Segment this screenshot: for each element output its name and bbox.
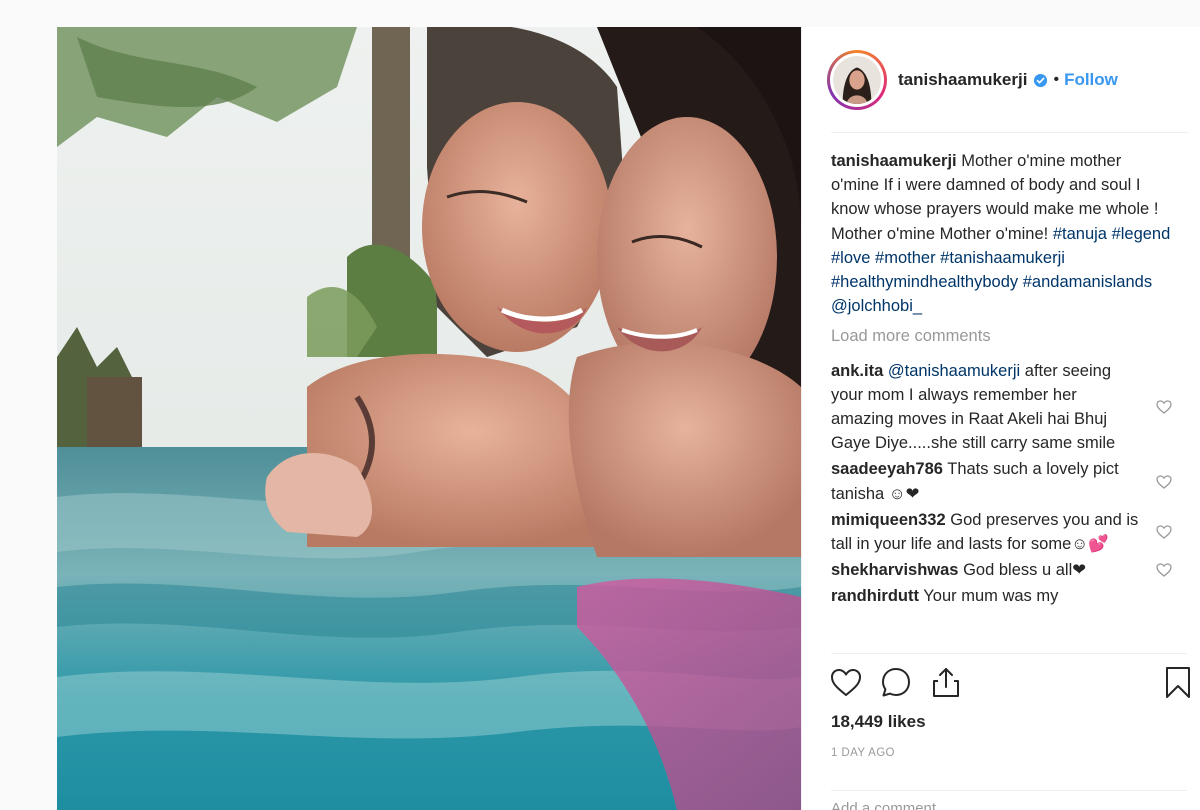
post-actions bbox=[829, 665, 1190, 705]
avatar-image bbox=[833, 56, 881, 104]
comment-item: ank.ita @tanishaamukerji after seeing yo… bbox=[831, 359, 1172, 456]
comment-like-heart-icon[interactable] bbox=[1156, 474, 1172, 490]
comment-icon bbox=[882, 668, 910, 697]
hashtag[interactable]: #andamanislands bbox=[1023, 273, 1152, 291]
post-photo-image bbox=[57, 27, 801, 810]
header-separator: • bbox=[1053, 71, 1060, 88]
likes-count[interactable]: 18,449 likes bbox=[831, 712, 926, 732]
post-side-panel: tanishaamukerji • Follow tanishaamukerji… bbox=[801, 27, 1200, 810]
bookmark-icon bbox=[1166, 667, 1190, 698]
hashtag[interactable]: #love bbox=[831, 249, 870, 267]
hashtag[interactable]: #legend bbox=[1112, 225, 1171, 243]
comment-item: saadeeyah786 Thats such a lovely pict ta… bbox=[831, 457, 1172, 505]
load-more-comments-button[interactable]: Load more comments bbox=[831, 324, 1171, 348]
save-button[interactable] bbox=[1161, 665, 1195, 701]
post-caption: tanishaamukerji Mother o'mine mother o'm… bbox=[831, 149, 1171, 318]
hashtag[interactable]: #tanishaamukerji bbox=[940, 249, 1065, 267]
comment-username[interactable]: mimiqueen332 bbox=[831, 511, 946, 529]
comment-box-divider bbox=[831, 790, 1187, 791]
comment-username[interactable]: shekharvishwas bbox=[831, 561, 959, 579]
comments-list: tanishaamukerji Mother o'mine mother o'm… bbox=[831, 149, 1172, 611]
mention-link[interactable]: @jolchhobi_ bbox=[831, 297, 922, 315]
header-divider bbox=[831, 132, 1188, 133]
hashtag[interactable]: #healthymindhealthybody bbox=[831, 273, 1018, 291]
comment-item: shekharvishwas God bless u all❤ bbox=[831, 558, 1172, 582]
post-header: tanishaamukerji • Follow bbox=[802, 27, 1200, 133]
comment-text: God bless u all❤ bbox=[963, 561, 1087, 580]
comment-username[interactable]: ank.ita bbox=[831, 362, 883, 380]
hashtag[interactable]: #tanuja bbox=[1053, 225, 1107, 243]
avatar[interactable] bbox=[827, 50, 887, 110]
post-timestamp: 1 DAY AGO bbox=[831, 747, 895, 759]
verified-badge-icon bbox=[1034, 73, 1048, 87]
comment-button[interactable] bbox=[879, 665, 913, 701]
comment-like-heart-icon[interactable] bbox=[1156, 399, 1172, 415]
heart-icon bbox=[831, 669, 861, 696]
like-button[interactable] bbox=[829, 665, 863, 701]
comment-username[interactable]: randhirdutt bbox=[831, 587, 919, 605]
instagram-post-page: tanishaamukerji • Follow tanishaamukerji… bbox=[0, 0, 1200, 810]
post-photo[interactable] bbox=[57, 27, 801, 810]
comment-text: Your mum was my bbox=[923, 587, 1059, 606]
follow-button[interactable]: Follow bbox=[1064, 70, 1118, 90]
comment-item: mimiqueen332 God preserves you and is ta… bbox=[831, 508, 1172, 556]
actions-divider bbox=[831, 653, 1187, 654]
header-username[interactable]: tanishaamukerji bbox=[898, 70, 1027, 90]
comment-like-heart-icon[interactable] bbox=[1156, 524, 1172, 540]
hashtag[interactable]: #mother bbox=[875, 249, 936, 267]
add-comment-input[interactable] bbox=[831, 798, 1171, 810]
comment-username[interactable]: saadeeyah786 bbox=[831, 460, 943, 478]
comment-item: randhirdutt Your mum was my bbox=[831, 584, 1171, 608]
share-icon bbox=[933, 668, 959, 697]
comment-like-heart-icon[interactable] bbox=[1156, 562, 1172, 578]
share-button[interactable] bbox=[929, 665, 963, 701]
caption-username[interactable]: tanishaamukerji bbox=[831, 152, 957, 170]
mention-link[interactable]: @tanishaamukerji bbox=[888, 362, 1020, 380]
